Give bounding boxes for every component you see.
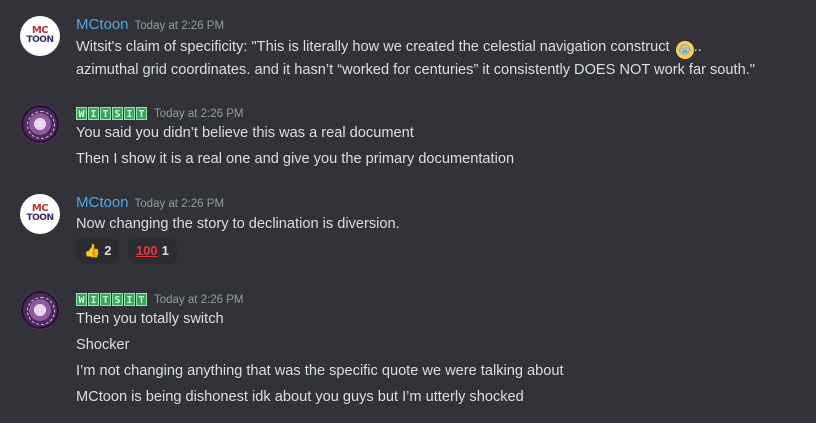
- avatar-ring: [27, 297, 55, 325]
- thumbs-up-icon: 👍: [84, 243, 101, 258]
- message-line: Shocker: [76, 337, 130, 353]
- username-letter: W: [76, 107, 87, 120]
- timestamp[interactable]: Today at 2:26 PM: [154, 294, 244, 306]
- message-header: MCtoon Today at 2:26 PM: [76, 194, 224, 212]
- username-letter: I: [88, 293, 99, 306]
- hundred-points-icon: 100: [135, 243, 158, 258]
- message-line: I’m not changing anything that was the s…: [76, 363, 564, 379]
- message-line: MCtoon is being dishonest idk about you …: [76, 389, 524, 405]
- reaction-count: 2: [104, 243, 112, 258]
- timestamp[interactable]: Today at 2:26 PM: [154, 108, 244, 120]
- timestamp[interactable]: Today at 2:26 PM: [135, 198, 225, 210]
- username-letter: I: [88, 107, 99, 120]
- username-letter: T: [136, 107, 147, 120]
- message-line: Witsit's claim of specificity: "This is …: [76, 39, 702, 59]
- avatar-witsit[interactable]: [20, 290, 60, 330]
- username-letter: T: [100, 293, 111, 306]
- message-line: azimuthal grid coordinates. and it hasn’…: [76, 62, 755, 78]
- avatar-text: TOON: [26, 35, 54, 45]
- username-letter: T: [100, 107, 111, 120]
- timestamp[interactable]: Today at 2:26 PM: [135, 20, 225, 32]
- avatar-witsit[interactable]: [20, 104, 60, 144]
- username[interactable]: WITSIT: [76, 290, 148, 308]
- reactions: 👍 2 100 1: [76, 238, 181, 264]
- message-line: Then I show it is a real one and give yo…: [76, 151, 515, 167]
- avatar-mctoon[interactable]: MC TOON: [20, 194, 60, 234]
- reaction-hundred[interactable]: 100 1: [127, 238, 177, 264]
- message-header: WITSIT Today at 2:26 PM: [76, 290, 244, 308]
- username-letter: W: [76, 293, 87, 306]
- message-header: MCtoon Today at 2:26 PM: [76, 16, 224, 34]
- message-line: You said you didn’t believe this was a r…: [76, 125, 414, 141]
- avatar-ring: [27, 111, 55, 139]
- username-letter: S: [112, 107, 123, 120]
- message-header: WITSIT Today at 2:26 PM: [76, 104, 244, 122]
- username[interactable]: MCtoon: [76, 16, 129, 33]
- avatar-mctoon[interactable]: MC TOON: [20, 16, 60, 56]
- username-letter: T: [136, 293, 147, 306]
- username[interactable]: MCtoon: [76, 194, 129, 211]
- username[interactable]: WITSIT: [76, 104, 148, 122]
- avatar-text: TOON: [26, 213, 54, 223]
- username-letter: I: [124, 107, 135, 120]
- reaction-count: 1: [161, 243, 169, 258]
- message-text: Witsit's claim of specificity: "This is …: [76, 39, 670, 55]
- username-letter: I: [124, 293, 135, 306]
- message-text: ..: [693, 39, 702, 55]
- username-letter: S: [112, 293, 123, 306]
- message-line: Then you totally switch: [76, 311, 224, 327]
- reaction-thumbs-up[interactable]: 👍 2: [76, 238, 120, 264]
- crying-face-icon[interactable]: 😭: [675, 41, 694, 59]
- message-line: Now changing the story to declination is…: [76, 216, 400, 232]
